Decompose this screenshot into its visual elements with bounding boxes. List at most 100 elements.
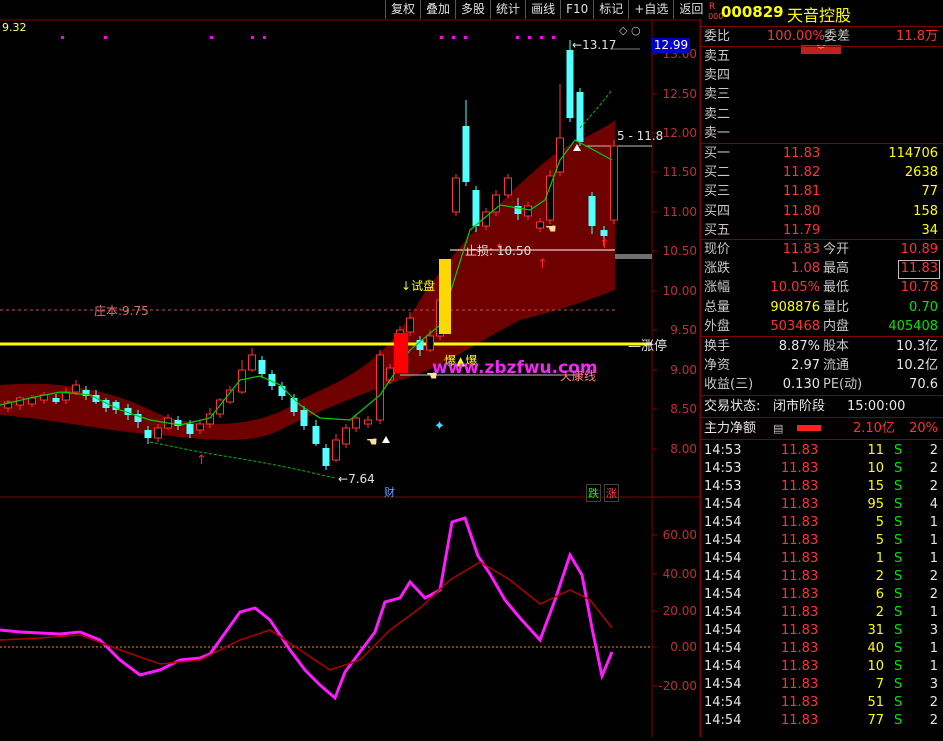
tick-side: S [894,569,903,584]
sell-row[interactable]: 卖三 [701,85,943,104]
fin-label: PE(动) [823,377,863,393]
chart-settings-icon[interactable]: ◇ ○ [619,24,641,37]
fin-row: 净资 2.97 流通 10.2亿 [701,356,943,375]
main-net-bar [797,425,821,431]
trial-bar [439,259,451,334]
sell-label: 卖二 [704,106,731,122]
hand-icon: ☚ [366,435,378,450]
candle [332,439,340,461]
signal-dot [440,36,443,39]
osc-tick-label: 20.00 [663,604,697,618]
fin-label: 净资 [704,358,731,374]
fin-value: 70.6 [909,377,938,393]
toolbar-button-5[interactable]: F10 [560,0,594,19]
toolbar-button-1[interactable]: 叠加 [420,0,456,19]
stat-label: 总量 [704,299,731,315]
sell-row[interactable]: 卖二 [701,105,943,124]
sell-row[interactable]: 卖五 [701,47,943,66]
buy-row[interactable]: 买五 11.79 34 [701,221,943,240]
tick-price: 11.83 [781,551,819,566]
tick-row: 14:53 11.83 11 S 2 [701,441,943,460]
stat-value: 10.89 [900,242,938,257]
candle [144,430,152,438]
toolbar-button-3[interactable]: 统计 [490,0,526,19]
tick-row: 14:54 11.83 77 S 2 [701,711,943,730]
toolbar: 复权 叠加 多股 统计 画线 F10 标记 +自选 返回 [385,0,709,20]
tick-price: 11.83 [781,479,819,494]
kline-chart-area[interactable]: ↑ ↑ ↑ ↑ ✦ ☚ ☚ ☚ 60.00 40.00 20.00 0.00 -20.0… [0,0,701,737]
toolbar-button-2[interactable]: 多股 [455,0,491,19]
candle [52,398,60,402]
candle [426,335,434,351]
stat-label: 内盘 [823,318,850,334]
signal-dot [251,36,254,39]
tick-time: 14:54 [704,497,742,512]
tick-time: 14:54 [704,623,742,638]
stat-value: 11.83 [782,242,820,257]
tick-count: 3 [929,677,938,692]
triangle-icon [382,436,390,443]
candle [406,317,414,333]
cost-label: 庄本:9.75 [94,304,149,318]
sell-row[interactable]: 卖一 [701,124,943,143]
toolbar-button-8[interactable]: 返回 [673,0,709,19]
tick-price: 11.83 [781,605,819,620]
candle [600,230,608,236]
toolbar-button-0[interactable]: 复权 [385,0,421,19]
buy-row[interactable]: 买三 11.81 77 [701,182,943,201]
stat-label: 涨跌 [704,261,731,277]
candle [258,360,266,374]
toolbar-button-4[interactable]: 画线 [525,0,561,19]
stock-name: 天音控股 [787,6,852,25]
tick-price: 11.83 [781,695,819,710]
main-net-row[interactable]: 主力净额 ▤ 2.10亿 20% [701,419,943,438]
tick-count: 2 [929,461,938,476]
buy-label: 买五 [704,222,731,238]
candle [386,367,394,381]
buy-volume: 2638 [904,165,938,181]
candle [566,50,574,118]
tick-side: S [894,515,903,530]
current-price-tag: 12.99 [652,38,690,53]
tick-time: 14:54 [704,515,742,530]
badge-zhang[interactable]: 涨 [604,484,619,502]
osc-tick-label: 60.00 [663,528,697,542]
sell-row[interactable]: 卖四 [701,66,943,85]
price-tick-label: 10.50 [663,244,697,258]
fin-value: 2.97 [791,358,820,374]
stock-code: 000829 [721,3,784,21]
tick-count: 1 [929,551,938,566]
tick-price: 11.83 [781,659,819,674]
tick-price: 11.83 [781,569,819,584]
tick-side: S [894,641,903,656]
tick-time: 14:53 [704,461,742,476]
buy-row[interactable]: 买一 11.83 114706 [701,144,943,163]
toolbar-button-6[interactable]: 标记 [593,0,629,19]
tick-volume: 77 [867,713,884,728]
oscillator-line [0,516,614,701]
signal-dot [464,36,467,39]
up-arrow-icon: ↑ [196,453,207,468]
tick-count: 1 [929,659,938,674]
stat-label: 量比 [823,299,850,315]
tick-volume: 31 [867,623,884,638]
tick-count: 2 [929,569,938,584]
badge-die[interactable]: 跌 [586,484,601,502]
tick-volume: 40 [867,641,884,656]
tick-row: 14:54 11.83 1 S 1 [701,549,943,568]
signal-dot [61,36,64,39]
stat-value: 10.78 [900,280,938,296]
badge-cai[interactable]: 财 [384,484,395,500]
tick-row: 14:54 11.83 6 S 2 [701,585,943,604]
buy-row[interactable]: 买二 11.82 2638 [701,163,943,182]
price-tick-label: 8.00 [670,442,697,456]
tick-time: 14:54 [704,659,742,674]
price-axis: 13.0012.5012.0011.5011.0010.5010.009.509… [652,47,697,456]
tick-time: 14:54 [704,677,742,692]
buy-label: 买一 [704,146,731,161]
buy-row[interactable]: 买四 11.80 158 [701,202,943,221]
toolbar-button-7[interactable]: +自选 [628,0,674,19]
tick-count: 3 [929,623,938,638]
stoploss-label: 止损: 10.50 [465,244,532,258]
top-dashed-line [579,89,613,129]
